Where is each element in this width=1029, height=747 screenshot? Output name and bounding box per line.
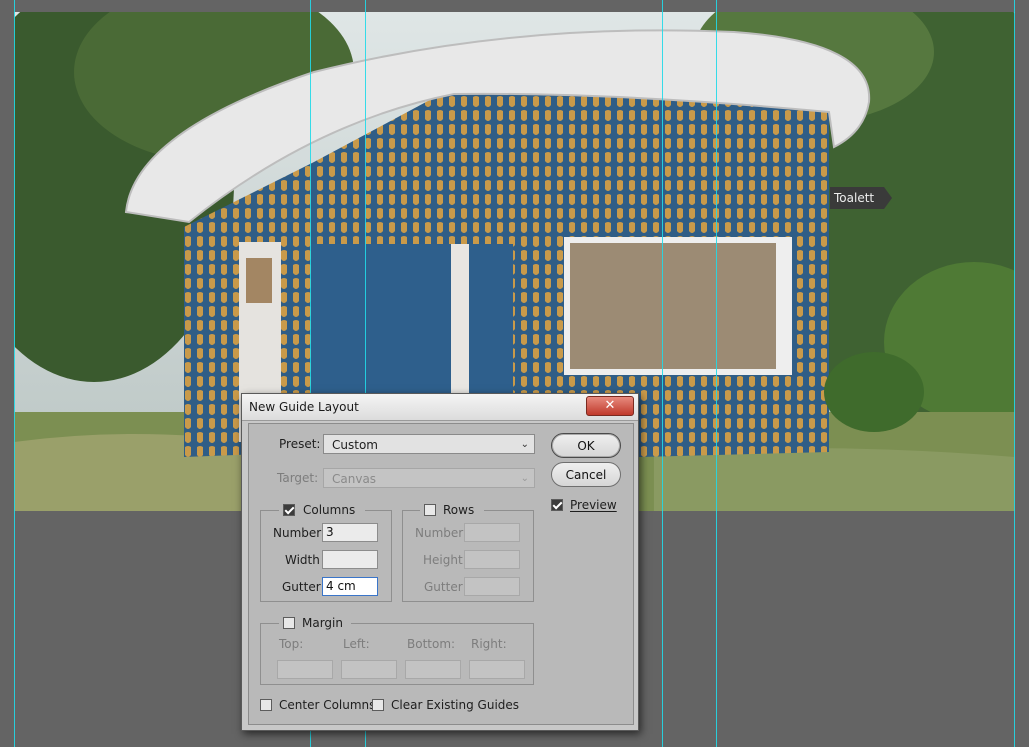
columns-width-label: Width — [285, 553, 320, 567]
margin-right-label: Right: — [471, 637, 507, 651]
preview-label: Preview — [570, 498, 617, 512]
columns-gutter-input[interactable]: 4 cm — [322, 577, 378, 596]
preview-checkbox[interactable] — [551, 499, 563, 511]
columns-header: Columns — [279, 502, 365, 518]
rows-height-label: Height — [423, 553, 463, 567]
margin-checkbox[interactable] — [283, 617, 295, 629]
columns-number-input[interactable]: 3 — [322, 523, 378, 542]
chevron-down-icon: ⌄ — [520, 473, 529, 484]
margin-left-label: Left: — [343, 637, 370, 651]
workspace-canvas: Toalett New Guide Layout ✕ Preset: Custo… — [0, 0, 1029, 747]
rows-number-input — [464, 523, 520, 542]
rows-label: Rows — [443, 503, 475, 517]
guide-line[interactable] — [1014, 0, 1015, 747]
clear-guides-label: Clear Existing Guides — [391, 698, 520, 712]
rows-height-input — [464, 550, 520, 569]
chevron-down-icon: ⌄ — [520, 439, 529, 450]
center-columns-label: Center Columns — [279, 698, 376, 712]
margin-top-label: Top: — [279, 637, 304, 651]
dialog-titlebar[interactable]: New Guide Layout ✕ — [242, 394, 638, 421]
columns-number-label: Number — [273, 526, 322, 540]
guide-line[interactable] — [716, 0, 717, 747]
rows-number-label: Number — [415, 526, 464, 540]
columns-checkbox[interactable] — [283, 504, 295, 516]
preset-select[interactable]: Custom ⌄ — [323, 434, 535, 454]
margin-left-input — [341, 660, 397, 679]
clear-guides-checkbox[interactable] — [372, 699, 384, 711]
rows-header: Rows — [420, 502, 484, 518]
dialog-body: Preset: Custom ⌄ Target: Canvas ⌄ Column… — [248, 423, 634, 725]
target-select: Canvas ⌄ — [323, 468, 535, 488]
columns-label: Columns — [303, 503, 356, 517]
guide-line[interactable] — [14, 0, 15, 747]
center-columns-checkbox[interactable] — [260, 699, 272, 711]
cancel-button[interactable]: Cancel — [551, 462, 621, 487]
preset-value: Custom — [332, 438, 378, 452]
dialog-title: New Guide Layout — [249, 400, 359, 414]
margin-label: Margin — [302, 616, 343, 630]
margin-top-input — [277, 660, 333, 679]
ok-button[interactable]: OK — [551, 433, 621, 458]
rows-gutter-label: Gutter — [424, 580, 463, 594]
columns-width-input[interactable] — [322, 550, 378, 569]
guide-line[interactable] — [662, 0, 663, 747]
target-label: Target: — [277, 471, 319, 485]
margin-bottom-label: Bottom: — [407, 637, 456, 651]
margin-header: Margin — [279, 615, 351, 631]
new-guide-layout-dialog: New Guide Layout ✕ Preset: Custom ⌄ Targ… — [241, 393, 639, 731]
columns-gutter-label: Gutter — [282, 580, 321, 594]
close-button[interactable]: ✕ — [586, 396, 634, 416]
rows-checkbox[interactable] — [424, 504, 436, 516]
margin-right-input — [469, 660, 525, 679]
margin-bottom-input — [405, 660, 461, 679]
target-value: Canvas — [332, 472, 377, 486]
preset-label: Preset: — [279, 437, 321, 451]
close-icon: ✕ — [604, 398, 616, 413]
rows-gutter-input — [464, 577, 520, 596]
toilet-sign: Toalett — [830, 187, 893, 209]
